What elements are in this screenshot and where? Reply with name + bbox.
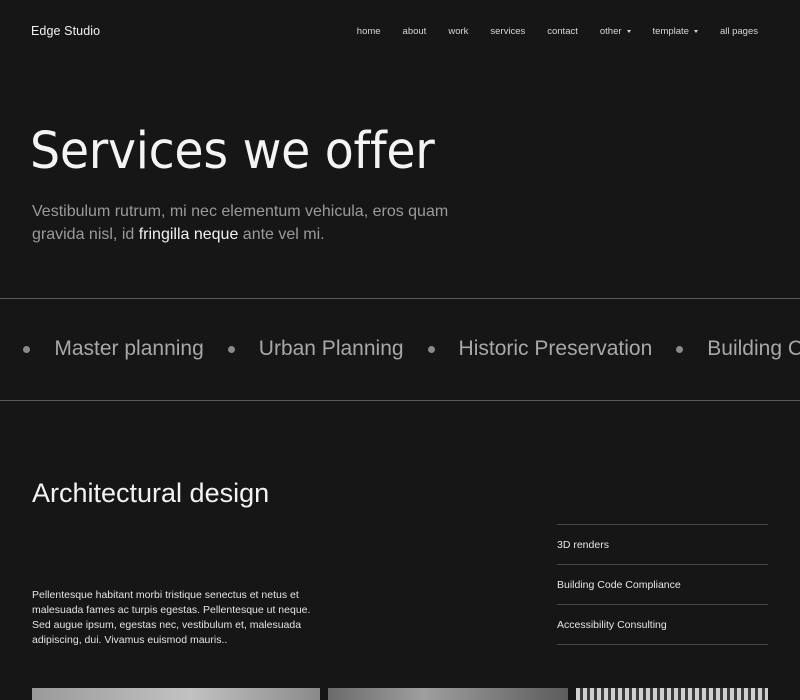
bullet-dot-icon <box>227 345 235 353</box>
services-marquee: gn Master planning Urban Planning Histor… <box>0 298 800 401</box>
nav-item-home[interactable]: home <box>357 26 381 37</box>
gallery-image[interactable] <box>576 688 768 700</box>
section-title: Architectural design <box>32 478 270 508</box>
nav-item-template[interactable]: template <box>653 26 698 37</box>
gallery-image[interactable] <box>328 688 568 700</box>
marquee-item: Urban Planning <box>258 337 404 360</box>
chevron-down-icon <box>626 30 631 33</box>
nav-item-work[interactable]: work <box>448 26 468 37</box>
hero-subtitle: Vestibulum rutrum, mi nec elementum vehi… <box>32 200 452 246</box>
marquee-track: gn Master planning Urban Planning Histor… <box>0 337 800 361</box>
nav-item-label: all pages <box>719 26 758 37</box>
service-item-accessibility-consulting[interactable]: Accessibility Consulting <box>557 605 768 645</box>
hero-subtitle-text-end: ante vel mi. <box>238 226 325 243</box>
brand-logo[interactable]: Edge Studio <box>31 24 100 38</box>
marquee-item: Master planning <box>54 337 204 360</box>
nav-item-services[interactable]: services <box>490 26 525 37</box>
nav-item-label: work <box>448 26 469 37</box>
nav-item-label: contact <box>547 26 578 37</box>
nav-item-label: template <box>652 26 689 37</box>
top-navigation: Edge Studio home about work services con… <box>0 0 800 64</box>
nav-item-label: other <box>599 26 622 37</box>
nav-item-about[interactable]: about <box>403 26 427 37</box>
nav-item-label: home <box>356 26 381 37</box>
service-list: 3D renders Building Code Compliance Acce… <box>557 524 768 645</box>
gallery-image[interactable] <box>32 688 320 700</box>
service-item-building-code-compliance[interactable]: Building Code Compliance <box>557 565 768 605</box>
bullet-dot-icon <box>427 345 435 353</box>
bullet-dot-icon <box>23 345 31 353</box>
hero-subtitle-highlight: fringilla neque <box>138 226 239 243</box>
marquee-item: Historic Preservation <box>458 337 653 360</box>
bullet-dot-icon <box>676 345 684 353</box>
chevron-down-icon <box>693 30 698 33</box>
marquee-item: Building Co <box>707 337 800 360</box>
nav-item-other[interactable]: other <box>600 26 631 37</box>
page-title: Services we offer <box>30 122 435 181</box>
section-description: Pellentesque habitant morbi tristique se… <box>32 589 311 646</box>
service-item-3d-renders[interactable]: 3D renders <box>557 525 768 565</box>
nav-menu: home about work services contact other t… <box>335 26 758 37</box>
nav-item-label: about <box>402 26 427 37</box>
nav-item-contact[interactable]: contact <box>547 26 578 37</box>
nav-item-all-pages[interactable]: all pages <box>720 26 758 37</box>
nav-item-label: services <box>490 26 526 37</box>
